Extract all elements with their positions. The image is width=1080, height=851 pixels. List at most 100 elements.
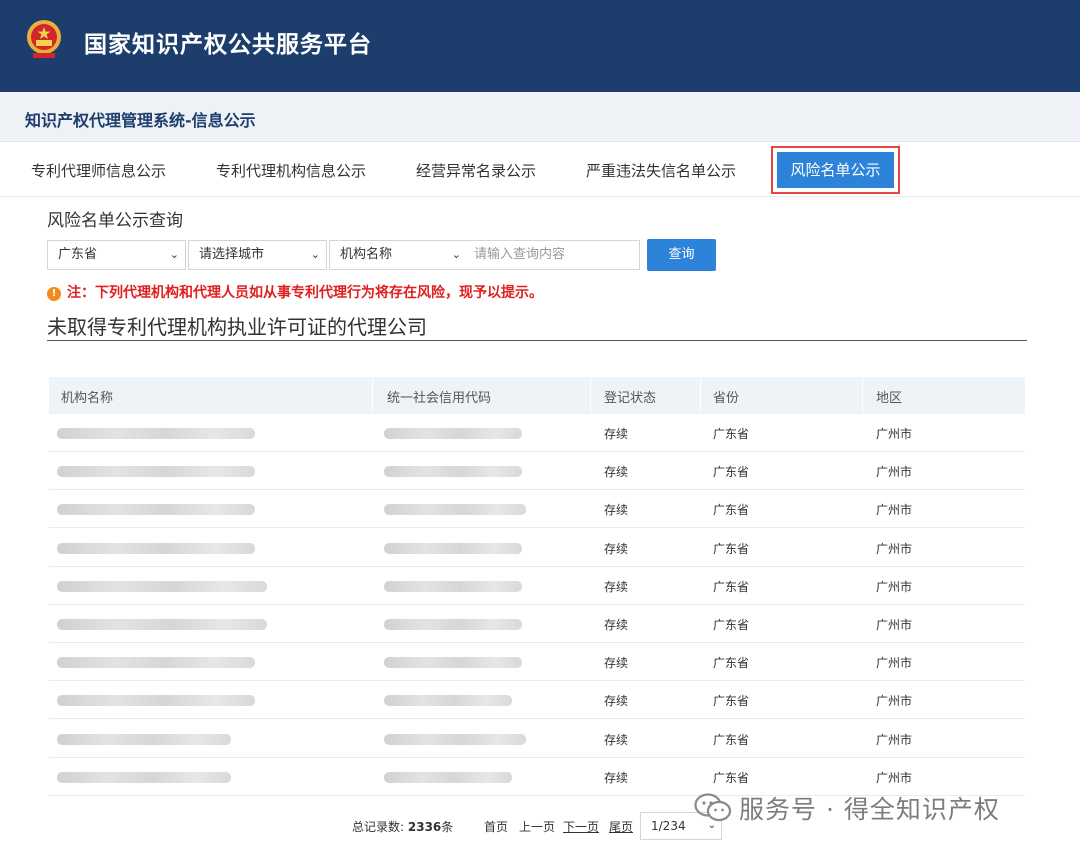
redacted-credit-code <box>384 619 522 630</box>
column-divider <box>700 377 701 414</box>
redacted-credit-code <box>384 428 522 439</box>
tab-patent-agent-info[interactable]: 专利代理师信息公示 <box>31 160 166 181</box>
chevron-down-icon: ⌄ <box>169 248 179 261</box>
table-row: 存续 广东省 广州市 <box>49 643 1025 682</box>
table-row: 存续 广东省 广州市 <box>49 529 1025 567</box>
risk-notice-text: 注：下列代理机构和代理人员如从事专利代理行为将存在风险，现予以提示。 <box>67 285 543 301</box>
redacted-credit-code <box>384 695 512 707</box>
section-title: 未取得专利代理机构执业许可证的代理公司 <box>47 315 427 339</box>
first-page-link[interactable]: 首页 <box>484 818 508 835</box>
redacted-credit-code <box>384 657 522 669</box>
redacted-credit-code <box>384 542 522 554</box>
cell-province: 广东省 <box>713 427 750 441</box>
risk-notice: ! 注：下列代理机构和代理人员如从事专利代理行为将存在风险，现予以提示。 <box>47 282 543 302</box>
page-select-value: 1/234 <box>651 819 686 833</box>
redacted-agency-name <box>57 542 255 554</box>
column-divider <box>862 377 863 414</box>
redacted-credit-code <box>384 733 526 745</box>
column-header-status: 登记状态 <box>604 391 657 406</box>
cell-region: 广州市 <box>876 770 913 785</box>
redacted-agency-name <box>57 504 255 516</box>
warning-icon: ! <box>47 287 61 301</box>
column-header-credit-code: 统一社会信用代码 <box>387 391 492 406</box>
redacted-agency-name <box>57 657 255 669</box>
cell-region: 广州市 <box>876 579 913 594</box>
cell-province: 广东省 <box>713 541 750 556</box>
cell-region: 广州市 <box>876 465 913 480</box>
record-total-unit: 条 <box>441 820 454 834</box>
search-input[interactable]: 请输入查询内容 <box>467 240 640 270</box>
cell-province: 广东省 <box>713 770 750 785</box>
cell-status: 存续 <box>604 541 629 556</box>
cell-region: 广州市 <box>876 427 913 441</box>
table-row: 存续 广东省 广州市 <box>49 567 1025 605</box>
cell-status: 存续 <box>604 770 629 785</box>
tab-agency-info[interactable]: 专利代理机构信息公示 <box>216 160 366 181</box>
table-row: 存续 广东省 广州市 <box>49 681 1025 720</box>
redacted-credit-code <box>384 771 512 783</box>
province-select-value: 广东省 <box>58 247 98 262</box>
cell-status: 存续 <box>604 503 629 518</box>
section-divider <box>47 340 1027 341</box>
column-header-region: 地区 <box>876 391 903 406</box>
national-emblem-icon <box>27 20 61 58</box>
prev-page-link[interactable]: 上一页 <box>519 818 555 835</box>
cell-province: 广东省 <box>713 503 750 518</box>
tab-risk-list[interactable]: 风险名单公示 <box>777 152 894 188</box>
cell-region: 广州市 <box>876 694 913 709</box>
query-button[interactable]: 查询 <box>647 239 716 271</box>
column-divider <box>372 377 373 414</box>
redacted-agency-name <box>57 428 255 439</box>
redacted-agency-name <box>57 771 231 783</box>
redacted-credit-code <box>384 466 522 478</box>
record-total-count: 2336 <box>407 820 442 834</box>
cell-status: 存续 <box>604 694 629 709</box>
last-page-link[interactable]: 尾页 <box>609 818 633 835</box>
system-title: 知识产权代理管理系统-信息公示 <box>25 111 256 130</box>
cell-status: 存续 <box>604 427 629 441</box>
tab-abnormal-operation[interactable]: 经营异常名录公示 <box>416 160 536 181</box>
redacted-agency-name <box>57 466 255 478</box>
city-select[interactable]: 请选择城市 ⌄ <box>188 240 327 270</box>
cell-status: 存续 <box>604 656 629 671</box>
column-header-province: 省份 <box>713 391 740 406</box>
redacted-agency-name <box>57 695 255 707</box>
table-header: 机构名称 统一社会信用代码 登记状态 省份 地区 <box>49 377 1025 414</box>
province-select[interactable]: 广东省 ⌄ <box>47 240 186 270</box>
city-select-value: 请选择城市 <box>199 247 265 262</box>
cell-province: 广东省 <box>713 618 750 632</box>
cell-region: 广州市 <box>876 732 913 747</box>
cell-status: 存续 <box>604 732 629 747</box>
field-select[interactable]: 机构名称 ⌄ <box>329 240 468 270</box>
tab-serious-violation[interactable]: 严重违法失信名单公示 <box>586 160 736 181</box>
redacted-agency-name <box>57 619 267 630</box>
cell-region: 广州市 <box>876 618 913 632</box>
chevron-down-icon: ⌄ <box>451 248 461 261</box>
cell-region: 广州市 <box>876 503 913 518</box>
table-row: 存续 广东省 广州市 <box>49 490 1025 529</box>
query-title: 风险名单公示查询 <box>47 211 183 231</box>
table-row: 存续 广东省 广州市 <box>49 452 1025 491</box>
site-title: 国家知识产权公共服务平台 <box>84 32 372 58</box>
next-page-link[interactable]: 下一页 <box>563 818 599 835</box>
column-header-name: 机构名称 <box>61 391 114 406</box>
record-total-label: 总记录数: <box>352 820 405 834</box>
table-row: 存续 广东省 广州市 <box>49 605 1025 643</box>
column-divider <box>590 377 591 414</box>
redacted-agency-name <box>57 580 267 592</box>
table-row: 存续 广东省 广州市 <box>49 414 1025 452</box>
chevron-down-icon: ⌄ <box>310 248 320 261</box>
cell-status: 存续 <box>604 465 629 480</box>
cell-province: 广东省 <box>713 465 750 480</box>
field-select-value: 机构名称 <box>340 247 393 262</box>
watermark-text: 服务号 · 得全知识产权 <box>739 795 1000 824</box>
cell-status: 存续 <box>604 618 629 632</box>
wechat-icon <box>694 793 732 822</box>
cell-region: 广州市 <box>876 541 913 556</box>
redacted-credit-code <box>384 580 522 592</box>
cell-province: 广东省 <box>713 694 750 709</box>
cell-status: 存续 <box>604 579 629 594</box>
redacted-credit-code <box>384 504 526 516</box>
active-tab-highlight: 风险名单公示 <box>771 146 900 194</box>
cell-region: 广州市 <box>876 656 913 671</box>
